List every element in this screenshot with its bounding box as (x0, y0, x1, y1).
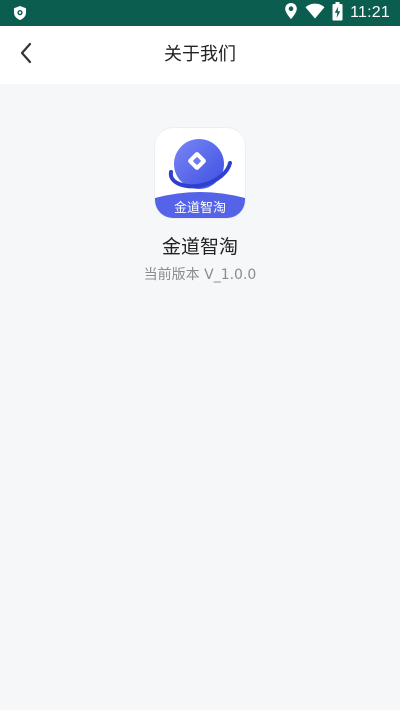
wifi-icon (305, 3, 325, 23)
app-logo-text: 金道智淘 (174, 200, 226, 216)
app-name: 金道智淘 (161, 236, 238, 258)
status-bar: 11:21 (0, 0, 400, 26)
chevron-left-icon (18, 41, 34, 69)
nav-bar: 关于我们 (0, 26, 400, 84)
back-button[interactable] (10, 39, 42, 71)
app-logo: 金道智淘 (155, 128, 245, 218)
battery-charging-icon (332, 1, 343, 25)
page-title: 关于我们 (164, 44, 236, 65)
about-content: 金道智淘 金道智淘 当前版本 V_1.0.0 (0, 84, 400, 710)
shield-icon (12, 5, 28, 21)
status-time: 11:21 (350, 4, 390, 21)
app-logo-graphic: 金道智淘 (155, 139, 245, 218)
status-icons: 11:21 (284, 0, 390, 26)
app-version: 当前版本 V_1.0.0 (143, 267, 257, 283)
location-icon (284, 2, 298, 24)
